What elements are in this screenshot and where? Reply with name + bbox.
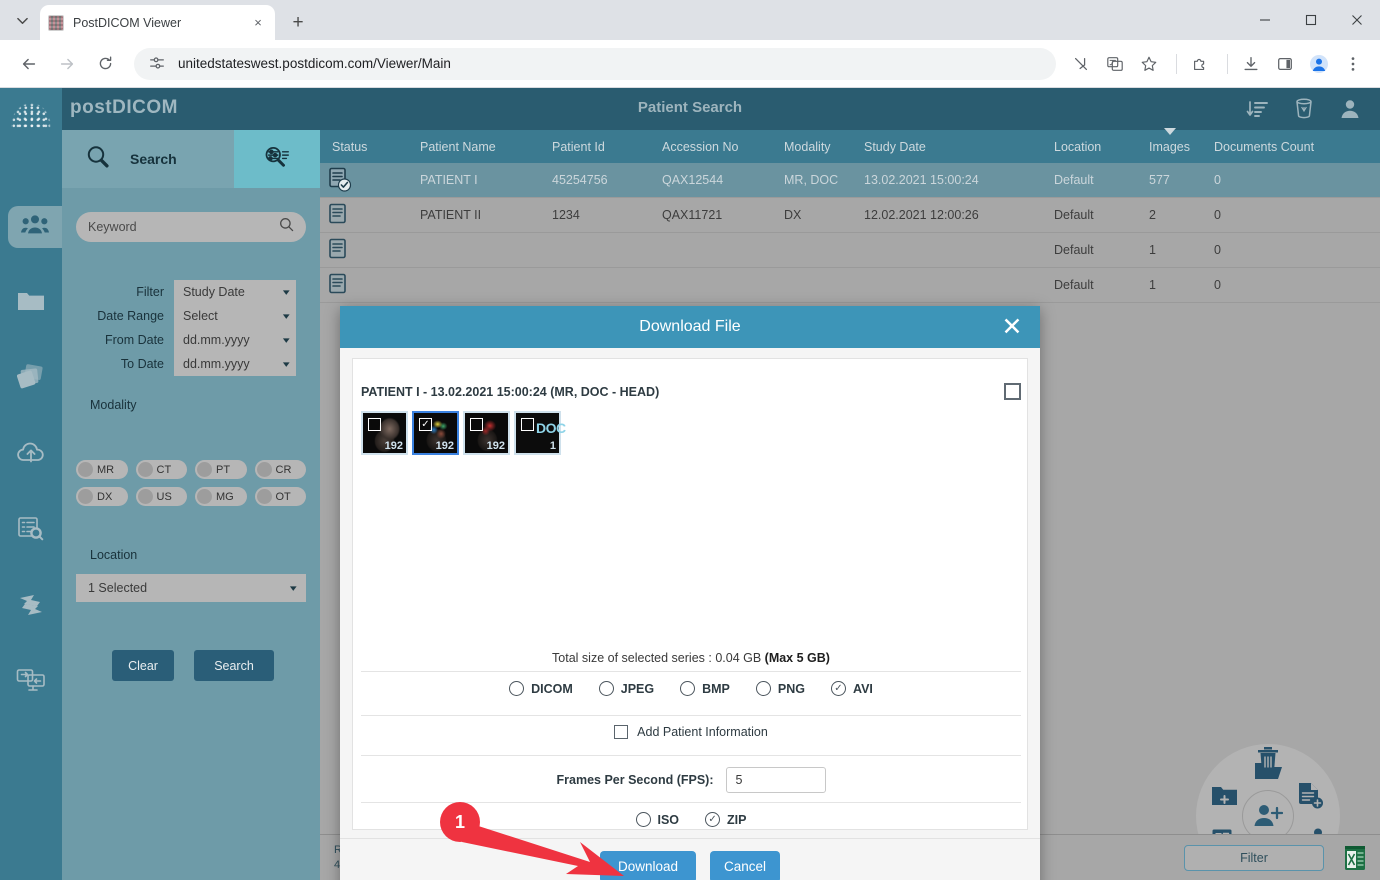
bookmark-star-icon[interactable] [1134,49,1164,79]
toolbar-divider-2 [1227,54,1228,74]
site-settings-icon[interactable] [148,54,168,74]
back-icon[interactable] [14,49,44,79]
radio-checked-icon[interactable]: ✓ [705,812,720,827]
forward-icon[interactable] [52,49,82,79]
dialog-header: Download File ✕ [340,306,1040,348]
radio-checked-icon[interactable]: ✓ [831,681,846,696]
divider [361,671,1021,672]
format-label-dicom: DICOM [531,682,573,696]
browser-tab[interactable]: PostDICOM Viewer × [40,5,275,40]
browser-tab-strip: PostDICOM Viewer × + [0,0,1380,40]
series-checkbox[interactable] [521,418,534,431]
annotation-arrow-icon [462,814,642,880]
format-option-png[interactable]: PNG [756,681,805,696]
format-label-bmp: BMP [702,682,730,696]
tab-search-button[interactable] [8,7,36,33]
close-icon[interactable]: ✕ [998,313,1026,341]
format-option-bmp[interactable]: BMP [680,681,730,696]
divider [361,755,1021,756]
add-patient-info-checkbox[interactable] [614,725,628,739]
new-tab-button[interactable]: + [284,9,312,37]
series-thumbnail[interactable]: ✓ 192 [412,411,459,455]
packaging-option-iso[interactable]: ISO [636,812,680,827]
total-size-prefix: Total size of selected series : 0.04 GB [552,651,765,665]
address-bar[interactable]: unitedstateswest.postdicom.com/Viewer/Ma… [134,48,1056,80]
url-text: unitedstateswest.postdicom.com/Viewer/Ma… [178,56,451,71]
dialog-title: Download File [639,318,740,336]
browser-toolbar: unitedstateswest.postdicom.com/Viewer/Ma… [0,40,1380,88]
postdicom-app: Patient Search postDICOM [0,88,1380,880]
radio-icon[interactable] [509,681,524,696]
fps-label: Frames Per Second (FPS): [557,773,714,787]
add-patient-info-label: Add Patient Information [637,725,768,739]
annotation-step-badge: 1 [440,802,480,842]
translate-icon[interactable] [1100,49,1130,79]
cancel-button[interactable]: Cancel [710,851,780,880]
download-file-dialog: Download File ✕ PATIENT I - 13.02.2021 1… [340,306,1040,880]
radio-icon[interactable] [599,681,614,696]
fps-input[interactable]: 5 [726,767,826,793]
radio-icon[interactable] [756,681,771,696]
series-checkbox[interactable]: ✓ [419,418,432,431]
study-row: PATIENT I - 13.02.2021 15:00:24 (MR, DOC… [361,383,1021,400]
downloads-icon[interactable] [1236,49,1266,79]
series-image-count: 192 [436,440,454,452]
series-thumbnail-list: 192 ✓ 192 192 DOC 1 [361,411,561,455]
tab-title: PostDICOM Viewer [73,16,249,30]
series-image-count: 192 [385,440,403,452]
format-option-dicom[interactable]: DICOM [509,681,573,696]
tracking-protection-icon[interactable] [1066,49,1096,79]
divider [361,715,1021,716]
select-all-checkbox[interactable] [1004,383,1021,400]
format-label-avi: AVI [853,682,873,696]
series-checkbox[interactable] [368,418,381,431]
format-label-jpeg: JPEG [621,682,654,696]
packaging-label-iso: ISO [658,813,680,827]
window-maximize-button[interactable] [1288,0,1334,40]
format-option-avi[interactable]: ✓ AVI [831,681,873,696]
packaging-label-zip: ZIP [727,813,746,827]
extensions-icon[interactable] [1185,49,1215,79]
side-panel-icon[interactable] [1270,49,1300,79]
series-thumbnail[interactable]: 192 [463,411,510,455]
doc-label: DOC [536,420,566,436]
format-label-png: PNG [778,682,805,696]
close-icon[interactable]: × [249,14,267,32]
window-close-button[interactable] [1334,0,1380,40]
total-size-max: (Max 5 GB) [765,651,830,665]
series-thumbnail[interactable]: 192 [361,411,408,455]
window-minimize-button[interactable] [1242,0,1288,40]
toolbar-divider [1176,54,1177,74]
chrome-menu-icon[interactable] [1338,49,1368,79]
dialog-body: PATIENT I - 13.02.2021 15:00:24 (MR, DOC… [352,358,1028,830]
packaging-option-zip[interactable]: ✓ ZIP [705,812,746,827]
series-thumbnail[interactable]: DOC 1 [514,411,561,455]
reload-icon[interactable] [90,49,120,79]
series-checkbox[interactable] [470,418,483,431]
total-size-text: Total size of selected series : 0.04 GB … [361,651,1021,665]
series-image-count: 1 [550,440,556,452]
site-favicon [48,15,64,31]
format-radio-group: DICOM JPEG BMP PNG ✓ [361,681,1021,696]
format-option-jpeg[interactable]: JPEG [599,681,654,696]
profile-icon[interactable] [1304,49,1334,79]
add-patient-info-row: Add Patient Information [361,725,1021,739]
fps-row: Frames Per Second (FPS): 5 [361,767,1021,793]
study-label: PATIENT I - 13.02.2021 15:00:24 (MR, DOC… [361,385,659,399]
dialog-footer: Download Cancel [340,838,1040,880]
radio-icon[interactable] [680,681,695,696]
series-image-count: 192 [487,440,505,452]
